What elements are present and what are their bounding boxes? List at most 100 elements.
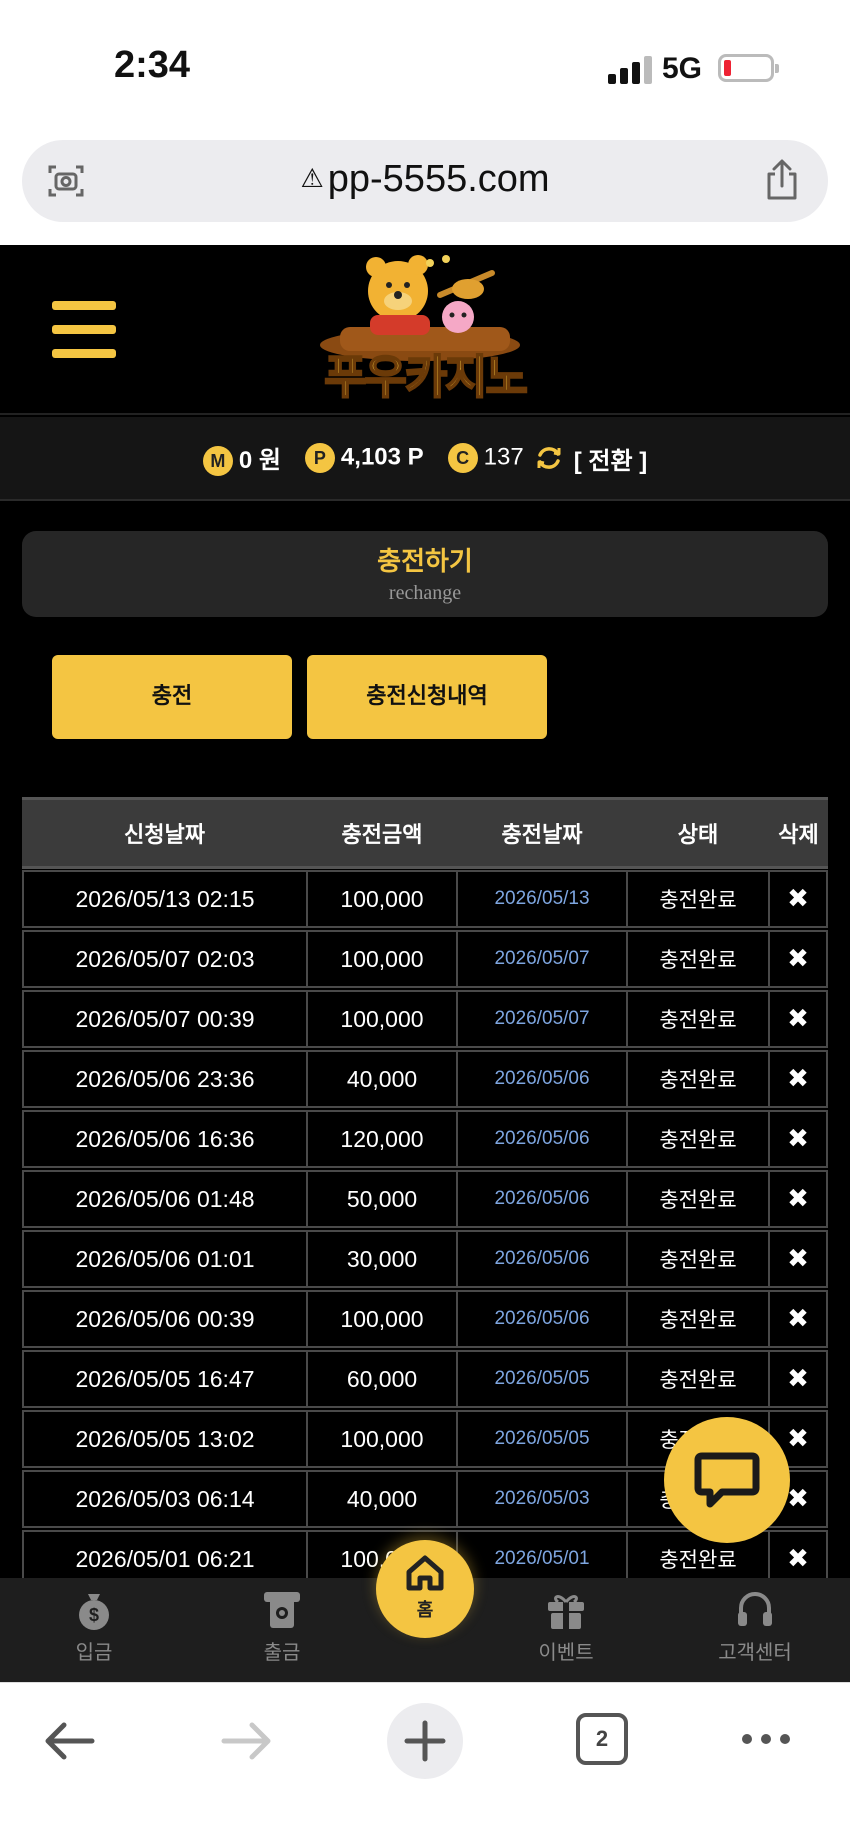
cell-status: 충전완료 [627,1290,769,1348]
cell-amount: 100,000 [307,870,457,928]
table-header: 신청날짜 충전금액 충전날짜 상태 삭제 [22,797,828,869]
col-amount: 충전금액 [341,823,423,848]
delete-icon[interactable]: ✖ [787,1064,809,1094]
col-status: 상태 [677,823,719,848]
charge-button[interactable]: 충전 [52,655,292,739]
cell-status: 충전완료 [627,1110,769,1168]
table-row: 2026/05/06 01:48 50,000 2026/05/06 충전완료 ✖ [22,1169,828,1229]
delete-icon[interactable]: ✖ [787,1124,809,1154]
money-balance: M0 원 [202,440,281,477]
nav-withdraw-label: 출금 [263,1640,301,1664]
cell-charge-date[interactable]: 2026/05/07 [457,990,627,1048]
delete-icon[interactable]: ✖ [787,884,809,914]
nav-withdraw[interactable]: 출금 [217,1588,347,1665]
p-coin-icon: P [304,443,335,473]
delete-icon[interactable]: ✖ [787,1184,809,1214]
nav-home-label: 홈 [416,1600,434,1621]
cell-amount: 60,000 [307,1350,457,1408]
cell-status: 충전완료 [627,870,769,928]
cell-status: 충전완료 [627,1350,769,1408]
cell-amount: 40,000 [307,1050,457,1108]
col-charge-date: 충전날짜 [501,823,583,848]
logo-text: 푸우카지노 [323,349,529,405]
warning-icon: ⚠ [300,163,324,193]
table-row: 2026/05/07 00:39 100,000 2026/05/07 충전완료 ✖ [22,989,828,1049]
delete-cell: ✖ [769,990,828,1048]
delete-icon[interactable]: ✖ [787,944,809,974]
gift-icon [548,1595,584,1629]
delete-cell: ✖ [769,1050,828,1108]
nav-deposit[interactable]: $ 입금 [29,1588,159,1665]
delete-icon[interactable]: ✖ [787,1364,809,1394]
cell-charge-date[interactable]: 2026/05/06 [457,1230,627,1288]
nav-event[interactable]: 이벤트 [501,1588,631,1665]
network-type: 5G [662,52,703,85]
cell-request-date: 2026/05/06 01:01 [22,1230,307,1288]
menu-icon[interactable] [52,301,116,359]
delete-icon[interactable]: ✖ [787,1244,809,1274]
nav-deposit-label: 입금 [75,1640,113,1664]
cell-charge-date[interactable]: 2026/05/03 [457,1470,627,1528]
table-row: 2026/05/06 16:36 120,000 2026/05/06 충전완료 ✖ [22,1109,828,1169]
nav-home[interactable]: 홈 [376,1540,474,1638]
cell-status: 충전완료 [627,1050,769,1108]
c-coin-icon: C [447,443,478,473]
url-display[interactable]: ⚠ pp-5555.com [22,158,828,201]
money-value: 0 원 [238,446,281,474]
more-icon[interactable] [740,1731,792,1747]
delete-cell: ✖ [769,1350,828,1408]
comp-value: 137 [483,443,524,471]
section-title: 충전하기 [377,547,473,577]
convert-link[interactable]: [ 전환 ] [574,441,647,476]
status-bar: 2:34 5G [0,0,850,130]
refresh-icon[interactable] [534,443,564,473]
cell-charge-date[interactable]: 2026/05/05 [457,1410,627,1468]
atm-icon [264,1592,300,1628]
browser-toolbar: 2 [0,1682,850,1848]
cell-status: 충전완료 [627,990,769,1048]
cell-request-date: 2026/05/06 01:48 [22,1170,307,1228]
new-tab-button[interactable] [387,1703,463,1779]
col-delete: 삭제 [778,823,819,848]
chat-button[interactable] [664,1417,790,1543]
cell-status: 충전완료 [627,930,769,988]
cell-request-date: 2026/05/05 13:02 [22,1410,307,1468]
page: 2:34 5G ⚠ pp-5555.com 푸우카지노 M 0 원 P 4,10… [0,0,850,1848]
back-icon[interactable] [40,1719,96,1763]
delete-icon[interactable]: ✖ [787,1004,809,1034]
site-content: 푸우카지노 M0 원 P 4,103 P C 137 [ 전환 ] 충전하기 r… [0,245,850,1580]
cell-charge-date[interactable]: 2026/05/01 [457,1530,627,1580]
cell-request-date: 2026/05/07 00:39 [22,990,307,1048]
nav-support-label: 고객센터 [718,1640,792,1664]
delete-icon[interactable]: ✖ [787,1544,809,1574]
share-icon[interactable] [762,158,802,202]
cell-charge-date[interactable]: 2026/05/07 [457,930,627,988]
table-row: 2026/05/13 02:15 100,000 2026/05/13 충전완료 ✖ [22,869,828,929]
tabs-button[interactable]: 2 [576,1713,628,1765]
cell-charge-date[interactable]: 2026/05/13 [457,870,627,928]
address-bar[interactable]: ⚠ pp-5555.com [22,140,828,222]
charge-history-button[interactable]: 충전신청내역 [307,655,547,739]
cell-amount: 100,000 [307,1290,457,1348]
delete-icon[interactable]: ✖ [787,1304,809,1334]
cell-charge-date[interactable]: 2026/05/06 [457,1290,627,1348]
nav-support[interactable]: 고객센터 [690,1588,820,1665]
cell-charge-date[interactable]: 2026/05/06 [457,1050,627,1108]
money-bag-icon: $ [79,1594,109,1630]
site-logo[interactable]: 푸우카지노 [300,253,550,413]
delete-cell: ✖ [769,1110,828,1168]
cell-request-date: 2026/05/01 06:21 [22,1530,307,1580]
cell-charge-date[interactable]: 2026/05/06 [457,1170,627,1228]
battery-icon [718,54,779,82]
comp-balance: C 137 [447,443,524,473]
delete-icon[interactable]: ✖ [787,1424,809,1454]
col-request-date: 신청날짜 [124,823,205,848]
cell-amount: 40,000 [307,1470,457,1528]
delete-icon[interactable]: ✖ [787,1484,809,1514]
delete-cell: ✖ [769,930,828,988]
cell-charge-date[interactable]: 2026/05/06 [457,1110,627,1168]
svg-text:$: $ [89,1605,99,1625]
cell-request-date: 2026/05/13 02:15 [22,870,307,928]
cell-charge-date[interactable]: 2026/05/05 [457,1350,627,1408]
forward-icon[interactable] [220,1719,276,1763]
